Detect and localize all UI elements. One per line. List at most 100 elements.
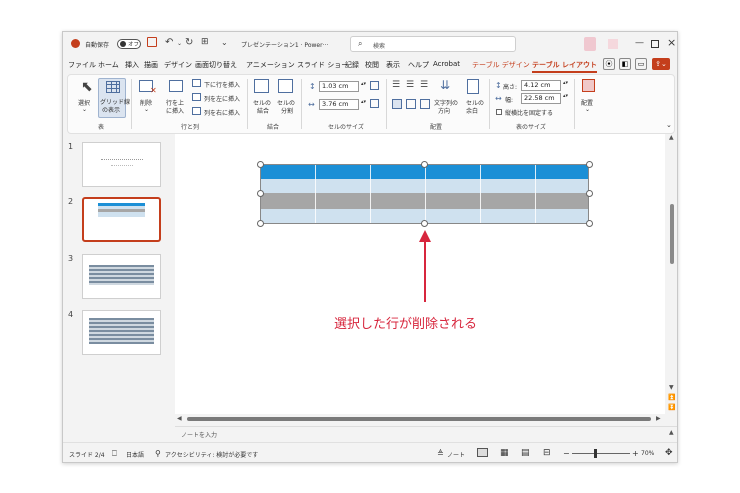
insert-below-icon[interactable] xyxy=(192,79,201,87)
vertical-scroll-thumb[interactable] xyxy=(670,204,674,264)
delete-dropdown-icon[interactable]: ⌄ xyxy=(144,106,149,113)
horizontal-scrollbar[interactable]: ◀ ▶ xyxy=(175,414,665,424)
vertical-scrollbar[interactable]: ▲ ▼ ⏫ ⏬ xyxy=(667,134,677,416)
text-direction-icon[interactable]: ⇊ xyxy=(440,78,450,92)
scroll-left-icon[interactable]: ◀ xyxy=(177,415,182,422)
accessibility-status[interactable]: アクセシビリティ: 検討が必要です xyxy=(165,450,258,459)
close-icon[interactable]: × xyxy=(667,36,676,49)
tab-record[interactable]: 記録 xyxy=(345,60,359,70)
notes-toggle-label[interactable]: ノート xyxy=(447,450,465,459)
previous-slide-icon[interactable]: ⏫ xyxy=(668,394,675,401)
split-label-2[interactable]: 分割 xyxy=(281,106,293,115)
slide-thumbnail-2[interactable] xyxy=(82,197,161,242)
cell-margin-label-2[interactable]: 余白 xyxy=(466,106,478,115)
maximize-icon[interactable] xyxy=(651,40,659,48)
autosave-toggle[interactable]: オフ xyxy=(117,39,141,49)
tab-animations[interactable]: アニメーション xyxy=(246,60,295,70)
scroll-up-icon[interactable]: ▲ xyxy=(669,134,674,141)
scroll-down-icon[interactable]: ▼ xyxy=(669,384,674,391)
distribute-rows-icon[interactable] xyxy=(370,81,379,90)
insert-above-icon[interactable] xyxy=(169,80,183,92)
table-width-input[interactable]: 22.58 cm xyxy=(521,93,561,104)
text-direction-label-2[interactable]: 方向 xyxy=(438,106,450,115)
notes-toggle-icon[interactable]: ≜ xyxy=(437,449,444,458)
present-button[interactable]: ◧ xyxy=(619,58,631,70)
table-height-spinner-icon[interactable]: ▴▾ xyxy=(563,80,568,86)
horizontal-scroll-thumb[interactable] xyxy=(187,417,651,421)
resize-handle[interactable] xyxy=(421,161,428,168)
insert-left-icon[interactable] xyxy=(192,93,201,101)
zoom-slider-thumb[interactable] xyxy=(594,449,597,458)
tab-home[interactable]: ホーム xyxy=(98,60,119,70)
tab-table-layout[interactable]: テーブル レイアウト xyxy=(532,60,598,73)
align-top-icon[interactable] xyxy=(392,99,402,109)
tab-file[interactable]: ファイル xyxy=(68,60,96,70)
insert-right-icon[interactable] xyxy=(192,107,201,115)
insert-above-label-2[interactable]: に挿入 xyxy=(166,106,184,115)
tab-table-design[interactable]: テーブル デザイン xyxy=(472,60,530,70)
notes-placeholder[interactable]: ノートを入力 xyxy=(181,430,217,439)
align-right-icon[interactable]: ☰ xyxy=(420,80,428,90)
redo-icon[interactable]: ↻ xyxy=(185,37,193,48)
select-dropdown-icon[interactable]: ⌄ xyxy=(82,106,87,113)
insert-below-label[interactable]: 下に行を挿入 xyxy=(204,80,240,89)
cell-width-input[interactable]: 3.76 cm xyxy=(319,99,359,110)
tab-slideshow[interactable]: スライド ショー xyxy=(297,60,348,70)
tab-draw[interactable]: 描画 xyxy=(144,60,158,70)
tab-transitions[interactable]: 画面切り替え xyxy=(195,60,237,70)
search-box[interactable]: ⌕ 検索 xyxy=(350,36,516,52)
save-icon[interactable] xyxy=(147,37,157,47)
merge-cells-icon[interactable] xyxy=(254,79,269,93)
undo-dropdown-icon[interactable]: ⌄ xyxy=(177,40,182,47)
table-width-spinner-icon[interactable]: ▴▾ xyxy=(563,93,568,99)
notes-scroll-up-icon[interactable]: ▲ xyxy=(669,429,674,436)
notes-pane[interactable]: ノートを入力 ▲ xyxy=(175,426,677,440)
zoom-slider-track[interactable] xyxy=(572,453,630,454)
minimize-icon[interactable]: — xyxy=(635,38,644,48)
align-center-icon[interactable]: ☰ xyxy=(406,80,414,90)
tab-insert[interactable]: 挿入 xyxy=(125,60,139,70)
table-height-input[interactable]: 4.12 cm xyxy=(521,80,561,91)
resize-handle[interactable] xyxy=(257,220,264,227)
zoom-in-icon[interactable]: + xyxy=(632,449,639,458)
ribbon-display-icon[interactable] xyxy=(608,39,618,49)
zoom-out-icon[interactable]: − xyxy=(563,449,570,458)
fit-to-window-icon[interactable]: ✥ xyxy=(665,448,673,458)
next-slide-icon[interactable]: ⏬ xyxy=(668,404,675,411)
tab-review[interactable]: 校閲 xyxy=(365,60,379,70)
record-button[interactable]: ⦿ xyxy=(603,58,615,70)
language-indicator[interactable]: 日本語 xyxy=(126,450,144,459)
lock-aspect-label[interactable]: 縦横比を固定する xyxy=(505,108,553,117)
insert-right-label[interactable]: 列を右に挿入 xyxy=(204,108,240,117)
slide-thumbnail-3[interactable] xyxy=(82,254,161,299)
merge-label-2[interactable]: 結合 xyxy=(257,106,269,115)
tab-design[interactable]: デザイン xyxy=(164,60,192,70)
distribute-columns-icon[interactable] xyxy=(370,99,379,108)
zoom-level[interactable]: 70% xyxy=(641,450,654,457)
accessibility-icon[interactable]: ⚲ xyxy=(155,449,161,458)
scroll-right-icon[interactable]: ▶ xyxy=(656,415,661,422)
gridlines-button[interactable]: グリッド線 の表示 xyxy=(98,78,130,118)
collapse-ribbon-icon[interactable]: ⌄ xyxy=(666,121,672,129)
customize-qat-icon[interactable]: ⌄ xyxy=(221,38,228,47)
undo-icon[interactable]: ↶ xyxy=(165,37,173,48)
slide-canvas[interactable] xyxy=(175,134,665,414)
share-button[interactable]: ⇪⌄ xyxy=(652,58,670,70)
start-slideshow-icon[interactable]: ⊞ xyxy=(201,37,209,47)
spellcheck-icon[interactable]: ⎕ xyxy=(112,449,117,459)
tab-help[interactable]: ヘルプ xyxy=(408,60,429,70)
slide-thumbnail-1[interactable] xyxy=(82,142,161,187)
align-left-icon[interactable]: ☰ xyxy=(392,80,400,90)
resize-handle[interactable] xyxy=(421,220,428,227)
resize-handle[interactable] xyxy=(257,161,264,168)
split-cells-icon[interactable] xyxy=(278,79,293,93)
cell-width-spinner-icon[interactable]: ▴▾ xyxy=(361,99,366,105)
resize-handle[interactable] xyxy=(257,190,264,197)
cell-height-spinner-icon[interactable]: ▴▾ xyxy=(361,81,366,87)
insert-left-label[interactable]: 列を左に挿入 xyxy=(204,94,240,103)
lock-aspect-checkbox[interactable] xyxy=(496,109,502,115)
resize-handle[interactable] xyxy=(586,161,593,168)
arrange-icon[interactable] xyxy=(582,79,595,92)
account-avatar[interactable] xyxy=(584,37,596,51)
comments-button[interactable]: ▭ xyxy=(635,58,647,70)
